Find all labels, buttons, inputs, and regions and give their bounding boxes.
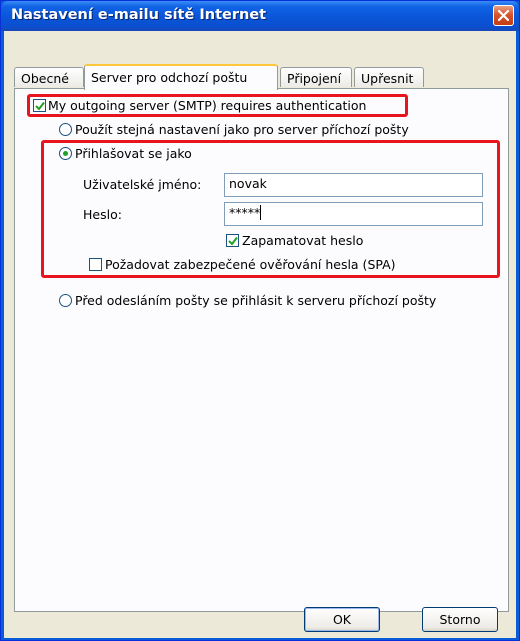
log-on-incoming-label: Před odesláním pošty se přihlásit k serv… [75,293,437,308]
dialog-window: Nastavení e-mailu sítě Internet Obecné S… [0,0,520,641]
close-icon [498,10,509,21]
same-settings-label: Použít stejná nastavení jako pro server … [75,122,409,137]
tab-label: Obecné [21,71,69,86]
tab-connection[interactable]: Připojení [280,67,352,87]
tab-general[interactable]: Obecné [14,67,84,87]
highlight-box-logon [41,140,500,278]
tab-outgoing-server[interactable]: Server pro odchozí poštu [84,64,278,90]
radio-same-settings[interactable] [59,123,72,136]
dialog-client-area: Obecné Server pro odchozí poštu Připojen… [4,31,516,638]
highlight-box-auth [27,94,408,117]
tab-label: Připojení [287,71,342,86]
radio-log-on-incoming[interactable] [59,294,72,307]
tab-advanced[interactable]: Upřesnit [354,67,424,87]
tab-label: Server pro odchozí poštu [91,70,248,85]
cancel-button[interactable]: Storno [422,607,498,632]
title-bar[interactable]: Nastavení e-mailu sítě Internet [1,1,519,31]
tab-panel: My outgoing server (SMTP) requires authe… [14,88,509,612]
ok-button[interactable]: OK [304,607,380,632]
tab-label: Upřesnit [361,71,414,86]
window-title: Nastavení e-mailu sítě Internet [11,7,267,23]
close-button[interactable] [493,5,514,26]
